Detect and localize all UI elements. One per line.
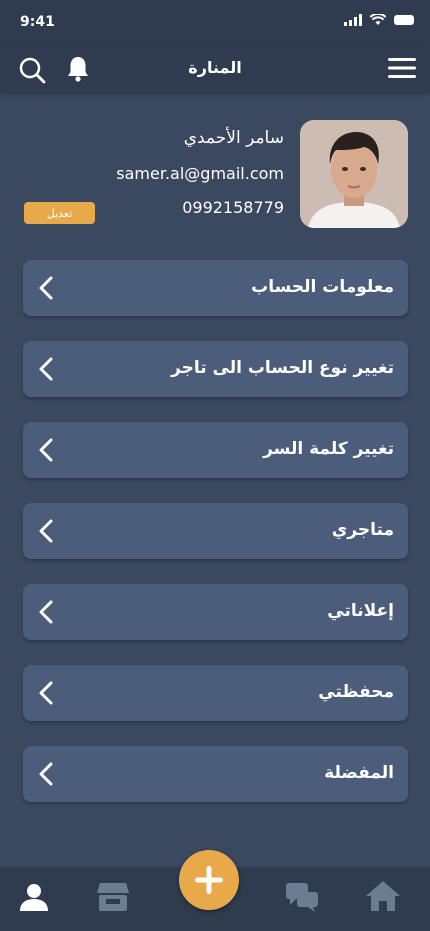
chat-icon[interactable] <box>285 881 319 913</box>
chevron-left-icon <box>39 357 53 381</box>
battery-icon <box>394 15 414 25</box>
menu-item-change-password[interactable]: تغيير كلمة السر <box>23 422 408 478</box>
status-time: 9:41 <box>20 14 55 30</box>
app-bar: المنارة <box>0 44 430 92</box>
menu-item-label: المفضلة <box>324 763 394 783</box>
avatar <box>300 120 408 228</box>
profile-section: سامر الأحمدي samer.al@gmail.com 09921587… <box>0 92 430 242</box>
menu-item-label: إعلاناتي <box>327 601 394 621</box>
menu-item-label: معلومات الحساب <box>251 277 394 297</box>
page-title: المنارة <box>188 58 242 77</box>
add-icon <box>195 866 223 894</box>
edit-profile-button[interactable]: تعديل <box>24 202 95 224</box>
menu-item-label: متاجري <box>331 520 394 540</box>
menu-item-favorites[interactable]: المفضلة <box>23 746 408 802</box>
menu-item-label: تغيير نوع الحساب الى تاجر <box>171 358 394 378</box>
profile-name: سامر الأحمدي <box>183 128 284 148</box>
store-icon[interactable] <box>96 881 130 913</box>
chevron-left-icon <box>39 600 53 624</box>
profile-email: samer.al@gmail.com <box>116 164 284 183</box>
signal-icon <box>344 14 362 26</box>
profile-phone: 0992158779 <box>182 198 284 217</box>
chevron-left-icon <box>39 276 53 300</box>
chevron-left-icon <box>39 681 53 705</box>
chevron-left-icon <box>39 438 53 462</box>
status-icons <box>344 14 414 26</box>
status-bar: 9:41 <box>0 0 430 44</box>
menu-item-change-account-type[interactable]: تغيير نوع الحساب الى تاجر <box>23 341 408 397</box>
wifi-icon <box>370 14 386 25</box>
menu-item-label: محفظتي <box>318 682 394 702</box>
chevron-left-icon <box>39 762 53 786</box>
chevron-left-icon <box>39 519 53 543</box>
home-icon[interactable] <box>364 879 402 913</box>
menu-item-my-stores[interactable]: متاجري <box>23 503 408 559</box>
menu-item-my-ads[interactable]: إعلاناتي <box>23 584 408 640</box>
profile-icon[interactable] <box>18 881 50 913</box>
menu-item-my-wallet[interactable]: محفظتي <box>23 665 408 721</box>
menu-item-label: تغيير كلمة السر <box>263 439 394 459</box>
avatar-image <box>300 120 408 228</box>
menu-item-account-info[interactable]: معلومات الحساب <box>23 260 408 316</box>
account-menu: معلومات الحساب تغيير نوع الحساب الى تاجر… <box>23 260 408 827</box>
add-button[interactable] <box>179 850 239 910</box>
hamburger-menu-icon[interactable] <box>388 56 416 80</box>
